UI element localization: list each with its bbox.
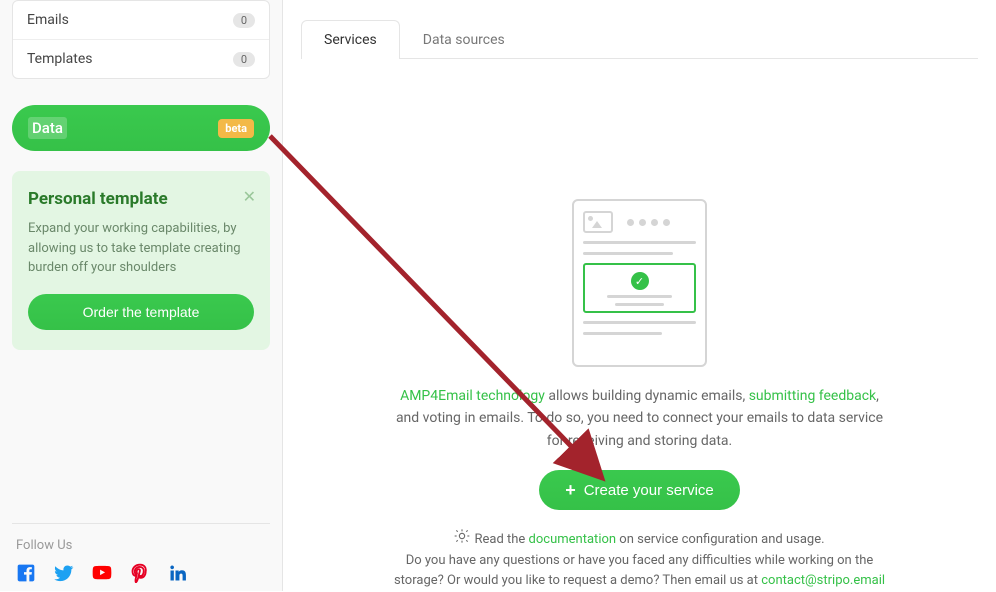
tab-services[interactable]: Services [301,20,400,59]
promo-body: Expand your working capabilities, by all… [28,219,254,278]
documentation-link[interactable]: documentation [529,532,617,547]
tabs: Services Data sources [301,20,978,59]
empty-state: ✓ AMP4Email technology allows building d… [301,59,978,592]
nav-label: Emails [27,12,69,28]
tab-data-sources[interactable]: Data sources [400,20,528,59]
description-text: AMP4Email technology allows building dyn… [390,385,890,452]
sidebar-item-data[interactable]: Data beta [12,105,270,151]
follow-section: Follow Us [12,523,270,591]
beta-badge: beta [218,119,254,138]
pinterest-icon[interactable] [130,563,150,587]
main-content: Services Data sources ✓ AMP4Email techno… [283,0,996,591]
linkedin-icon[interactable] [168,563,188,587]
facebook-icon[interactable] [16,563,36,587]
order-template-button[interactable]: Order the template [28,294,254,330]
plus-icon: + [565,481,576,499]
nav-label: Data [28,117,67,139]
create-service-button[interactable]: + Create your service [539,470,740,510]
sidebar-item-emails[interactable]: Emails 0 [13,1,269,39]
amp4email-link[interactable]: AMP4Email technology [400,388,545,404]
sidebar-item-templates[interactable]: Templates 0 [13,39,269,78]
nav-card: Emails 0 Templates 0 [12,0,270,79]
social-links [16,563,266,587]
twitter-icon[interactable] [54,563,74,587]
count-badge: 0 [233,13,255,28]
button-label: Create your service [584,482,714,499]
lightbulb-icon [454,528,470,551]
feedback-link[interactable]: submitting feedback [749,388,876,404]
close-icon[interactable]: ✕ [243,187,256,206]
count-badge: 0 [233,52,255,67]
youtube-icon[interactable] [92,563,112,587]
footnote: Read the documentation on service config… [380,528,900,591]
promo-card: ✕ Personal template Expand your working … [12,171,270,350]
sidebar: Emails 0 Templates 0 Data beta ✕ Persona… [0,0,283,591]
illustration: ✓ [572,199,707,367]
nav-label: Templates [27,51,93,67]
contact-email-link[interactable]: contact@stripo.email [761,573,885,588]
follow-title: Follow Us [16,538,266,553]
promo-title: Personal template [28,189,254,209]
